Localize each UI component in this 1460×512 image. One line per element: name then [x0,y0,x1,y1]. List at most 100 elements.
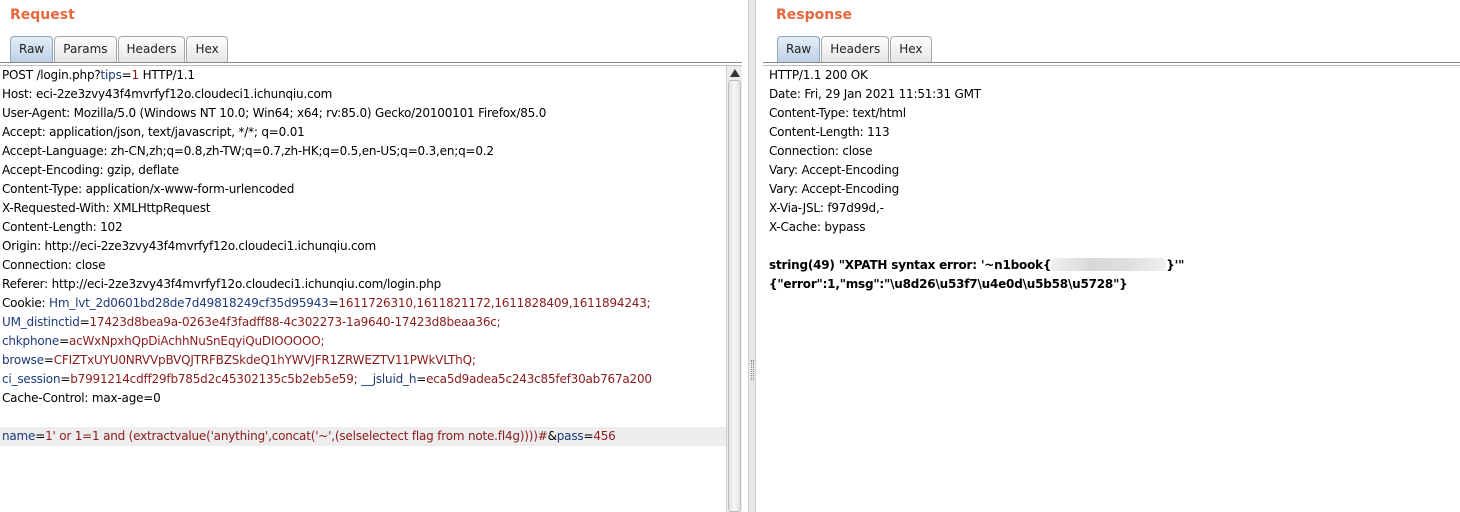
request-pane: Request Raw Params Headers Hex POST /log… [0,0,742,512]
response-line: HTTP/1.1 200 OK [767,66,1460,85]
request-line: Origin: http://eci-2ze3zvy43f4mvrfyf12o.… [0,237,726,256]
request-tab-raw[interactable]: Raw [10,36,54,62]
param-name: name [2,429,36,443]
param-value: 1 [131,68,140,82]
text-segment: Content-Length: 113 [769,125,890,139]
request-line: Accept: application/json, text/javascrip… [0,123,726,142]
text-segment: Cookie: [2,296,49,310]
request-line: X-Requested-With: XMLHttpRequest [0,199,726,218]
text-segment: Host: eci-2ze3zvy43f4mvrfyf12o.cloudeci1… [2,87,333,101]
text-segment: string(49) "XPATH syntax error: '~n1book… [769,258,1052,272]
text-segment: = [59,334,69,348]
request-line: browse=CFIZTxUYU0NRVVpBVQJTRFBZSkdeQ1hYW… [0,351,726,370]
param-name: Hm_lvt_2d0601bd28de7d49818249cf35d95943 [49,296,329,310]
text-segment: Origin: http://eci-2ze3zvy43f4mvrfyf12o.… [2,239,377,253]
text-segment: X-Requested-With: XMLHttpRequest [2,201,211,215]
param-name: ci_session [2,372,61,386]
request-line: Accept-Language: zh-CN,zh;q=0.8,zh-TW;q=… [0,142,726,161]
param-name: UM_distinctid [2,315,80,329]
param-value: acWxNpxhQpDiAchhNuSnEqyiQuDIOOOOO; [68,334,325,348]
request-line: ci_session=b7991214cdff29fb785d2c4530213… [0,370,726,389]
param-value: CFIZTxUYU0NRVVpBVQJTRFBZSkdeQ1hYWVJFR1ZR… [53,353,476,367]
scroll-up-arrow-icon[interactable] [730,69,740,77]
request-line: chkphone=acWxNpxhQpDiAchhNuSnEqyiQuDIOOO… [0,332,726,351]
response-tab-hex[interactable]: Hex [890,36,932,62]
text-segment: HTTP/1.1 [138,68,195,82]
response-tabs: Raw Headers Hex [777,36,933,62]
text-segment: Vary: Accept-Encoding [769,163,899,177]
response-editor[interactable]: HTTP/1.1 200 OK Date: Fri, 29 Jan 2021 11… [767,66,1460,512]
response-line: X-Cache: bypass [767,218,1460,237]
text-segment: Cache-Control: max-age=0 [2,391,161,405]
text-segment: Vary: Accept-Encoding [769,182,899,196]
response-line: Content-Length: 113 [767,123,1460,142]
text-segment: = [121,68,132,82]
text-segment: }'" [1166,258,1185,272]
text-segment: Content-Type: application/x-www-form-url… [2,182,295,196]
response-line: {"error":1,"msg":"\u8d26\u53f7\u4e0d\u5b… [767,275,1460,294]
text-segment: Content-Length: 102 [2,220,123,234]
text-segment: X-Cache: bypass [769,220,866,234]
request-line: Cookie: Hm_lvt_2d0601bd28de7d49818249cf3… [0,294,726,313]
text-segment: HTTP/1.1 200 OK [769,68,868,82]
text-segment: = [35,429,46,443]
response-line [767,237,1460,256]
text-segment: Accept: application/json, text/javascrip… [2,125,305,139]
response-tab-raw[interactable]: Raw [777,36,821,62]
request-tab-headers[interactable]: Headers [117,36,186,62]
text-segment: POST /login.php? [2,68,101,82]
response-title: Response [776,7,853,23]
text-segment: Referer: http://eci-2ze3zvy43f4mvrfyf12o… [2,277,442,291]
param-value: eca5d9adea5c243c85fef30ab767a200 [426,372,652,386]
response-pane: Response Raw Headers Hex HTTP/1.1 200 OK… [763,0,1460,512]
text-segment: = [328,296,339,310]
request-line [0,408,726,427]
request-scroll-thumb[interactable] [728,80,741,512]
text-segment: {"error":1,"msg":"\u8d26\u53f7\u4e0d\u5b… [769,277,1128,291]
response-line: Connection: close [767,142,1460,161]
text-segment: Connection: close [2,258,106,272]
param-name: __jsluid_h [361,372,417,386]
param-value: 17423d8bea9a-0263e4f3fadff88-4c302273-1a… [89,315,501,329]
response-tab-headers[interactable]: Headers [821,36,890,62]
request-line: Accept-Encoding: gzip, deflate [0,161,726,180]
param-name: tips [100,68,122,82]
text-segment: = [416,372,427,386]
request-editor[interactable]: POST /login.php?tips=1 HTTP/1.1 Host: eci… [0,66,726,512]
param-value: 1' or 1=1 and (extractvalue('anything',c… [45,429,548,443]
text-segment: User-Agent: Mozilla/5.0 (Windows NT 10.0… [2,106,547,120]
text-segment: Accept-Language: zh-CN,zh;q=0.8,zh-TW;q=… [2,144,494,158]
request-tab-hex[interactable]: Hex [186,36,228,62]
pane-splitter[interactable] [748,0,756,512]
splitter-grip-icon [751,360,754,380]
param-name: pass [556,429,584,443]
text-segment: = [43,353,54,367]
request-line: User-Agent: Mozilla/5.0 (Windows NT 10.0… [0,104,726,123]
response-line: Vary: Accept-Encoding [767,161,1460,180]
param-value: 456 [593,429,616,443]
request-scrollbar[interactable] [726,66,742,512]
response-line: Vary: Accept-Encoding [767,180,1460,199]
param-value: 1611726310,1611821172,1611828409,1611894… [338,296,651,310]
request-line: UM_distinctid=17423d8bea9a-0263e4f3fadff… [0,313,726,332]
text-segment: Accept-Encoding: gzip, deflate [2,163,179,177]
request-line: Referer: http://eci-2ze3zvy43f4mvrfyf12o… [0,275,726,294]
request-line: name=1' or 1=1 and (extractvalue('anythi… [0,427,726,446]
text-segment: Date: Fri, 29 Jan 2021 11:51:31 GMT [769,87,981,101]
request-tabs: Raw Params Headers Hex [10,36,229,62]
param-name: chkphone [2,334,60,348]
request-line: Host: eci-2ze3zvy43f4mvrfyf12o.cloudeci1… [0,85,726,104]
text-segment: Connection: close [769,144,873,158]
request-line: POST /login.php?tips=1 HTTP/1.1 [0,66,726,85]
text-segment: = [60,372,71,386]
text-segment: X-Via-JSL: f97d99d,- [769,201,884,215]
redacted-flag [1051,258,1167,271]
text-segment: & [547,429,557,443]
request-line: Connection: close [0,256,726,275]
response-line: Date: Fri, 29 Jan 2021 11:51:31 GMT [767,85,1460,104]
text-segment: = [583,429,594,443]
request-line: Content-Type: application/x-www-form-url… [0,180,726,199]
param-value: b7991214cdff29fb785d2c45302135c5b2eb5e59… [70,372,358,386]
request-title: Request [10,7,75,23]
request-tab-params[interactable]: Params [54,36,117,62]
